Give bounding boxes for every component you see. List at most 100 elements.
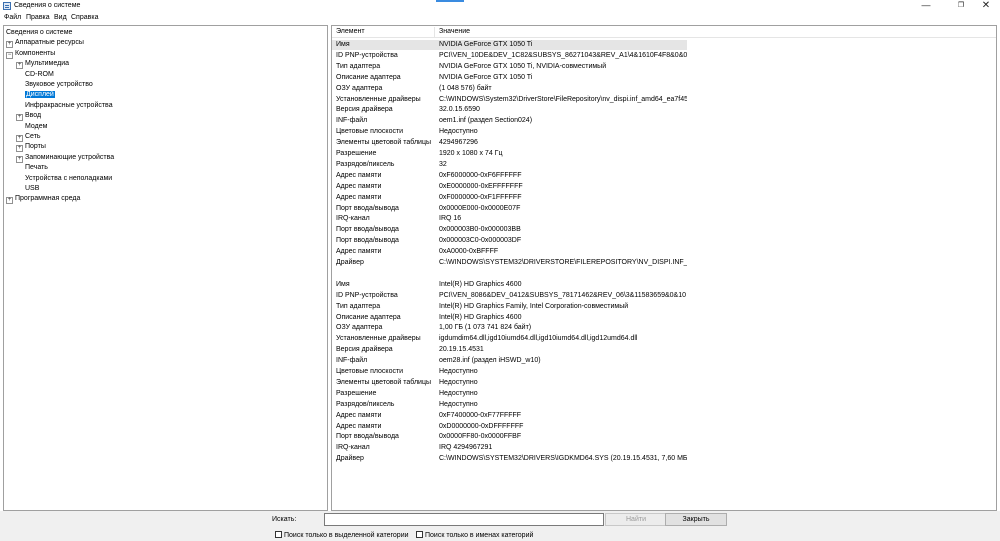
tree-item-label: Запоминающие устройства — [25, 153, 115, 161]
tree-item[interactable]: − Компоненты — [6, 49, 55, 59]
row-item: Тип адаптера — [336, 302, 381, 310]
close-window-button[interactable]: ✕ — [972, 0, 1000, 11]
tree-item[interactable]: + Мультимедиа — [16, 59, 69, 70]
table-row[interactable]: Установленные драйверы C:\WINDOWS\System3… — [332, 95, 687, 105]
row-item: INF-файл — [336, 357, 368, 365]
table-row[interactable]: Адрес памяти 0xF0000000-0xF1FFFFFF — [332, 193, 687, 203]
table-row[interactable]: INF-файл oem1.inf (раздел Section024) — [332, 116, 687, 126]
table-row[interactable]: Порт ввода/вывода 0x0000E000-0x0000E07F — [332, 204, 687, 214]
row-item: Разрядов/пиксель — [336, 160, 395, 168]
table-row[interactable]: Тип адаптера NVIDIA GeForce GTX 1050 Ti, … — [332, 62, 687, 72]
row-value: C:\WINDOWS\SYSTEM32\DRIVERSTORE\FILEREPO… — [439, 259, 687, 266]
table-row[interactable]: ОЗУ адаптера (1 048 576) байт — [332, 84, 687, 94]
collapse-icon[interactable]: − — [6, 51, 13, 59]
table-row[interactable]: Порт ввода/вывода 0x000003C0-0x000003DF — [332, 236, 687, 246]
table-row[interactable]: Разрешение 1920 x 1080 x 74 Гц — [332, 149, 687, 159]
menu-help[interactable]: Справка — [71, 13, 98, 22]
row-value: PCI\VEN_10DE&DEV_1C82&SUBSYS_86271043&RE… — [439, 51, 687, 59]
column-header-item[interactable]: Элемент — [336, 28, 365, 36]
table-row[interactable]: Драйвер C:\WINDOWS\SYSTEM32\DRIVERS\IGDKM… — [332, 454, 687, 464]
row-item: Адрес памяти — [336, 193, 382, 201]
search-input[interactable] — [324, 513, 604, 526]
tree-item[interactable]: + Программная среда — [6, 194, 80, 205]
table-row[interactable]: Разрешение Недоступно — [332, 389, 687, 399]
table-row[interactable]: Описание адаптера Intel(R) HD Graphics 46… — [332, 313, 687, 323]
row-item: Установленные драйверы — [336, 335, 421, 343]
table-row[interactable]: Версия драйвера 20.19.15.4531 — [332, 345, 687, 355]
tree-item[interactable]: USB — [16, 184, 39, 194]
checkbox-box[interactable] — [275, 531, 282, 538]
table-row[interactable]: Элементы цветовой таблицы Недоступно — [332, 378, 687, 388]
tree-item[interactable]: + Аппаратные ресурсы — [6, 38, 84, 49]
minimize-button[interactable]: — — [912, 0, 940, 11]
checkbox-box[interactable] — [416, 531, 423, 538]
table-row[interactable]: Адрес памяти 0xF6000000-0xF6FFFFFF — [332, 171, 687, 181]
row-item: Имя — [336, 41, 350, 48]
table-row[interactable]: Версия драйвера 32.0.15.6590 — [332, 105, 687, 115]
find-button[interactable]: Найти — [605, 513, 667, 526]
checkbox-category-names[interactable]: Поиск только в именах категорий — [416, 531, 533, 540]
table-row[interactable]: Разрядов/пиксель 32 — [332, 160, 687, 170]
expand-icon[interactable]: + — [6, 41, 13, 49]
row-value: PCI\VEN_8086&DEV_0412&SUBSYS_78171462&RE… — [439, 291, 686, 299]
close-button[interactable]: Закрыть — [665, 513, 727, 526]
expand-icon[interactable]: + — [16, 145, 23, 153]
tree-item[interactable]: + Запоминающие устройства — [16, 153, 114, 163]
table-row[interactable]: Описание адаптера NVIDIA GeForce GTX 1050… — [332, 73, 687, 83]
table-row[interactable]: Порт ввода/вывода 0x0000FF80-0x0000FFBF — [332, 432, 687, 442]
table-row[interactable]: INF-файл oem28.inf (раздел iHSWD_w10) — [332, 356, 687, 366]
table-row[interactable]: Цветовые плоскости Недоступно — [332, 127, 687, 137]
tree-item[interactable]: + Порты — [16, 142, 46, 153]
table-row[interactable]: Цветовые плоскости Недоступно — [332, 367, 687, 377]
row-value: Intel(R) HD Graphics Family, Intel Corpo… — [439, 302, 629, 310]
expand-icon[interactable]: + — [16, 114, 23, 122]
row-value: 4294967296 — [439, 139, 478, 147]
table-row[interactable] — [332, 269, 687, 279]
table-row[interactable]: Установленные драйверы igdumdim64.dll,igd… — [332, 334, 687, 344]
tree-item[interactable]: Сведения о системе — [6, 28, 72, 38]
column-header-value[interactable]: Значение — [439, 28, 470, 36]
row-item: Тип адаптера — [336, 62, 381, 70]
row-value: Недоступно — [439, 128, 478, 136]
expand-icon[interactable]: + — [16, 155, 23, 163]
table-row[interactable]: Тип адаптера Intel(R) HD Graphics Family,… — [332, 302, 687, 312]
tree-item[interactable]: CD-ROM — [16, 70, 54, 80]
tree-item-label: Сведения о системе — [6, 29, 73, 36]
tree-item[interactable]: Печать — [16, 163, 48, 173]
table-row[interactable]: ID PNP-устройства PCI\VEN_10DE&DEV_1C82&S… — [332, 51, 687, 61]
expand-icon[interactable]: + — [6, 197, 13, 205]
category-tree[interactable]: Сведения о системе + Аппаратные ресурсы − Ко… — [3, 25, 328, 511]
table-row[interactable]: Адрес памяти 0xA0000-0xBFFFF — [332, 247, 687, 257]
maximize-button[interactable]: ❐ — [947, 0, 975, 11]
table-row[interactable]: ID PNP-устройства PCI\VEN_8086&DEV_0412&S… — [332, 291, 687, 301]
tree-item[interactable]: Инфракрасные устройства — [16, 101, 113, 111]
table-row[interactable]: Имя Intel(R) HD Graphics 4600 — [332, 280, 687, 290]
table-row[interactable]: Элементы цветовой таблицы 4294967296 — [332, 138, 687, 148]
tree-item[interactable]: Устройства с неполадками — [16, 174, 112, 184]
table-row[interactable]: Порт ввода/вывода 0x000003B0-0x000003BB — [332, 225, 687, 235]
table-row[interactable]: Адрес памяти 0xE0000000-0xEFFFFFFF — [332, 182, 687, 192]
table-row[interactable]: Адрес памяти 0xF7400000-0xF77FFFFF — [332, 411, 687, 421]
tree-item[interactable]: Модем — [16, 122, 47, 132]
row-value: IRQ 16 — [439, 215, 462, 223]
tree-item[interactable]: + Ввод — [16, 111, 41, 122]
details-list[interactable]: Элемент Значение Имя NVIDIA GeForce GTX 1… — [331, 25, 997, 511]
menu-file[interactable]: Файл — [4, 13, 21, 22]
table-row[interactable]: IRQ-канал IRQ 16 — [332, 214, 687, 224]
row-value: 0x0000FF80-0x0000FFBF — [439, 433, 522, 441]
table-row[interactable]: Имя NVIDIA GeForce GTX 1050 Ti — [332, 40, 687, 50]
checkbox-selected-category[interactable]: Поиск только в выделенной категории — [275, 531, 409, 540]
tree-item[interactable]: Звуковое устройство — [16, 80, 93, 90]
tree-item[interactable]: Дисплей — [16, 90, 55, 100]
table-row[interactable]: Адрес памяти 0xD0000000-0xDFFFFFFF — [332, 422, 687, 432]
tree-item[interactable]: + Сеть — [16, 132, 41, 142]
table-row[interactable]: Драйвер C:\WINDOWS\SYSTEM32\DRIVERSTORE\F… — [332, 258, 687, 268]
menu-view[interactable]: Вид — [54, 13, 67, 22]
table-row[interactable]: IRQ-канал IRQ 4294967291 — [332, 443, 687, 453]
table-row[interactable]: Разрядов/пиксель Недоступно — [332, 400, 687, 410]
expand-icon[interactable]: + — [16, 135, 23, 142]
expand-icon[interactable]: + — [16, 62, 23, 70]
table-row[interactable]: ОЗУ адаптера 1,00 ГБ (1 073 741 824 байт) — [332, 323, 687, 333]
row-item: Описание адаптера — [336, 313, 401, 321]
menu-edit[interactable]: Правка — [26, 13, 50, 22]
